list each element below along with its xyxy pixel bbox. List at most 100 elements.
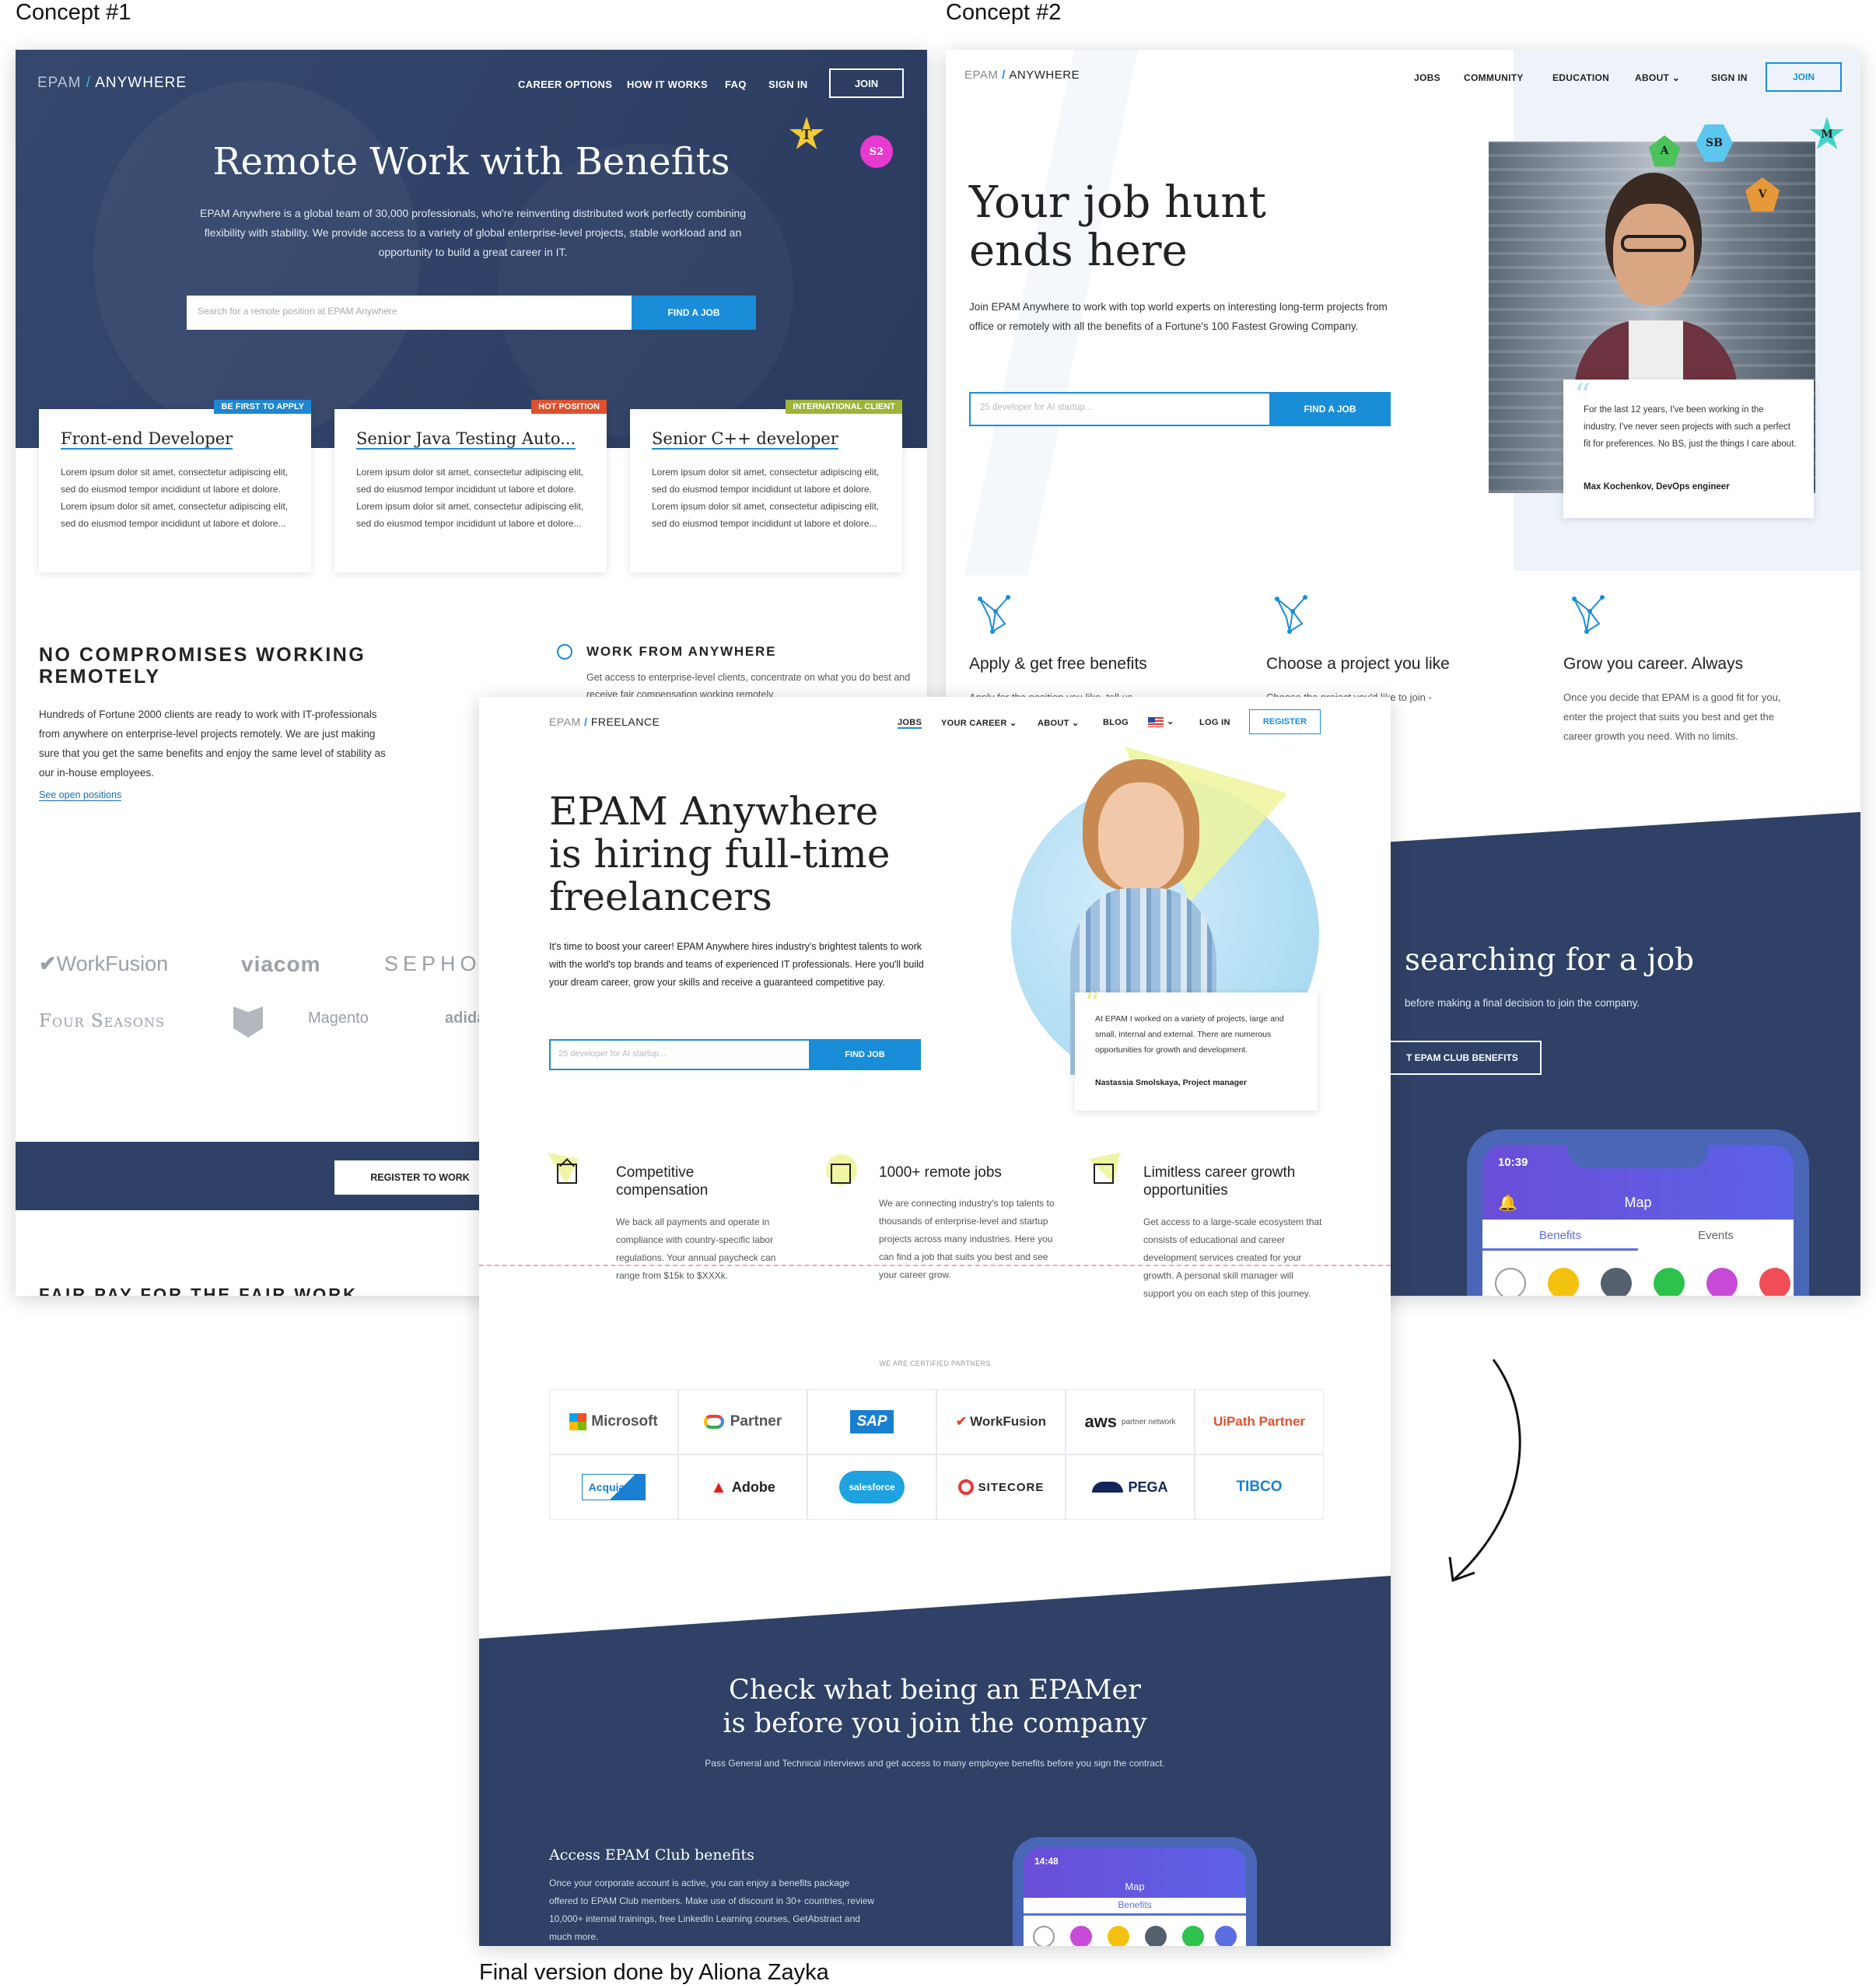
f-dark-text: Pass General and Technical interviews an… <box>705 1758 1165 1769</box>
c1-join-button[interactable]: JOIN <box>829 68 904 98</box>
heart-icon[interactable] <box>1759 1268 1790 1296</box>
c2-nav-signin[interactable]: SIGN IN <box>1711 72 1748 83</box>
partner-logo-salesforce: salesforce <box>807 1454 936 1520</box>
c1-logo[interactable]: EPAM / ANYWHERE <box>37 75 187 92</box>
c1-logo-magento: Magento <box>308 1010 369 1027</box>
c1-hero-title: Remote Work with Benefits <box>212 140 730 184</box>
f-quote-author: Nastassia Smolskaya, Project manager <box>1095 1078 1247 1087</box>
chevron-down-icon: ⌄ <box>1671 72 1681 83</box>
c2-nav-education[interactable]: EDUCATION <box>1552 72 1609 83</box>
c2-feature-text: Once you decide that EPAM is a good fit … <box>1563 691 1781 742</box>
c1-logo-workfusion: ✔WorkFusion <box>39 952 169 975</box>
calendar-icon[interactable] <box>1033 1926 1055 1946</box>
c1-search-input[interactable]: Search for a remote position at EPAM Any… <box>187 296 638 330</box>
f-search-input[interactable]: 25 developer for AI startup... <box>549 1039 810 1070</box>
pega-icon <box>1092 1482 1124 1493</box>
c1-card-text: Lorem ipsum dolor sit amet, consectetur … <box>652 467 880 529</box>
f-hero-line3: freelancers <box>549 874 772 919</box>
c2-quote-text: For the last 12 years, I've been working… <box>1584 405 1797 449</box>
c1-section-title: NO COMPROMISES WORKING REMOTELY <box>39 644 366 688</box>
c2-phone-tab[interactable]: Benefits <box>1482 1229 1638 1251</box>
constellation-icon <box>1571 594 1608 636</box>
final-frame: EPAM / FREELANCE JOBS YOUR CAREER ⌄ ABOU… <box>479 697 1391 1946</box>
chevron-down-icon[interactable]: ⌄ <box>1167 716 1174 726</box>
c2-phone-title: Map <box>1624 1195 1652 1210</box>
f-register-button[interactable]: REGISTER <box>1249 709 1321 734</box>
c2-join-button[interactable]: JOIN <box>1766 62 1842 92</box>
c1-card-title[interactable]: Senior Java Testing Auto... <box>356 429 576 450</box>
f-feature-title: Competitive compensation <box>616 1164 709 1199</box>
f-phone-time: 14:48 <box>1034 1856 1059 1867</box>
lotus-icon[interactable] <box>1654 1268 1685 1296</box>
f-feature-title: Limitless career growth opportunities <box>1143 1164 1296 1199</box>
f-club-title: Access EPAM Club benefits <box>549 1846 754 1864</box>
constellation-icon <box>1274 594 1311 636</box>
f-nav-career[interactable]: YOUR CAREER ⌄ <box>941 718 1017 728</box>
f-hero-line1: EPAM Anywhere <box>549 789 879 834</box>
us-flag-icon[interactable] <box>1148 717 1164 727</box>
c1-nav-signin[interactable]: SIGN IN <box>768 79 808 90</box>
arrow-icon <box>1448 1359 1521 1583</box>
microsoft-icon <box>569 1413 587 1430</box>
adobe-icon: ▲ <box>710 1477 727 1496</box>
c2-find-button[interactable]: FIND A JOB <box>1269 392 1391 426</box>
c1-card-title[interactable]: Senior C++ developer <box>652 429 838 450</box>
f-quote-card: “ At EPAM I worked on a variety of proje… <box>1075 986 1318 1111</box>
c1-job-card[interactable]: HOT POSITION Senior Java Testing Auto...… <box>334 400 607 572</box>
globe-icon <box>557 644 572 660</box>
c1-nav-career[interactable]: CAREER OPTIONS <box>518 79 612 90</box>
chevron-down-icon: ⌄ <box>1071 719 1080 728</box>
partner-logo-adobe: ▲ Adobe <box>678 1454 807 1520</box>
car-icon[interactable] <box>1215 1926 1237 1946</box>
f-hero-title: EPAM Anywhere is hiring full-time freela… <box>549 790 890 919</box>
f-nav-about[interactable]: ABOUT ⌄ <box>1038 718 1080 728</box>
partner-logo-aws: aws partner network <box>1066 1389 1195 1454</box>
sitecore-icon <box>957 1479 974 1495</box>
c1-card-text: Lorem ipsum dolor sit amet, consectetur … <box>356 467 584 529</box>
c1-see-link[interactable]: See open positions <box>39 789 122 801</box>
f-nav-blog[interactable]: BLOG <box>1103 718 1129 727</box>
f-hero-text: It's time to boost your career! EPAM Any… <box>549 941 924 988</box>
concept2-label: Concept #2 <box>946 0 1062 25</box>
f-logo[interactable]: EPAM / FREELANCE <box>549 716 660 728</box>
c2-quote-author: Max Kochenkov, DevOps engineer <box>1584 482 1730 492</box>
f-hero-line2: is hiring full-time <box>549 831 891 877</box>
c1-wfa-title: WORK FROM ANYWHERE <box>586 644 777 659</box>
c1-nav-how[interactable]: HOW IT WORKS <box>627 79 708 90</box>
lotus-icon[interactable] <box>1182 1926 1204 1946</box>
calendar-icon[interactable] <box>1495 1268 1526 1296</box>
f-find-button[interactable]: FIND JOB <box>809 1039 921 1070</box>
f-nav-login[interactable]: LOG IN <box>1199 718 1230 727</box>
c1-job-card[interactable]: BE FIRST TO APPLY Front-end Developer Lo… <box>39 400 311 572</box>
c1-card-title[interactable]: Front-end Developer <box>61 429 233 450</box>
c2-hero-line1: Your job hunt <box>969 177 1266 228</box>
star-icon[interactable] <box>1145 1926 1167 1946</box>
c2-nav-jobs[interactable]: JOBS <box>1414 72 1440 83</box>
c2-feature-title: Choose a project you like <box>1266 655 1450 673</box>
cube-icon <box>557 1158 577 1184</box>
c2-club-button[interactable]: T EPAM CLUB BENEFITS <box>1386 1041 1542 1075</box>
f-phone-tab[interactable]: Benefits <box>1024 1899 1246 1916</box>
f-nav-jobs[interactable]: JOBS <box>898 718 922 729</box>
building-icon[interactable] <box>1070 1926 1092 1946</box>
c2-search-input[interactable]: 25 developer for AI startup... <box>969 392 1271 426</box>
partner-logo-google: Partner <box>678 1389 807 1454</box>
c2-logo[interactable]: EPAM / ANYWHERE <box>964 68 1080 82</box>
c2-nav-about[interactable]: ABOUT ⌄ <box>1635 72 1680 83</box>
c1-find-button[interactable]: FIND A JOB <box>632 296 756 330</box>
partner-logo-microsoft: Microsoft <box>549 1389 678 1454</box>
c2-hero-line2: ends here <box>969 226 1188 276</box>
star-icon[interactable] <box>1601 1268 1632 1296</box>
food-icon[interactable] <box>1108 1926 1129 1946</box>
c2-nav-community[interactable]: COMMUNITY <box>1464 72 1524 83</box>
c1-job-card[interactable]: INTERNATIONAL CLIENT Senior C++ develope… <box>630 400 902 572</box>
building-icon[interactable] <box>1706 1268 1738 1296</box>
c2-phone-tab[interactable]: Events <box>1638 1229 1794 1242</box>
f-phone: 14:48 Map Benefits <box>1013 1837 1257 1946</box>
concept1-label: Concept #1 <box>16 0 131 25</box>
c1-nav-faq[interactable]: FAQ <box>725 79 747 90</box>
f-feature-text: We are connecting industry's top talents… <box>879 1198 1055 1280</box>
food-icon[interactable] <box>1548 1268 1579 1296</box>
c1-logo-left: EPAM <box>37 75 82 91</box>
c2-feature-title: Apply & get free benefits <box>969 655 1147 673</box>
